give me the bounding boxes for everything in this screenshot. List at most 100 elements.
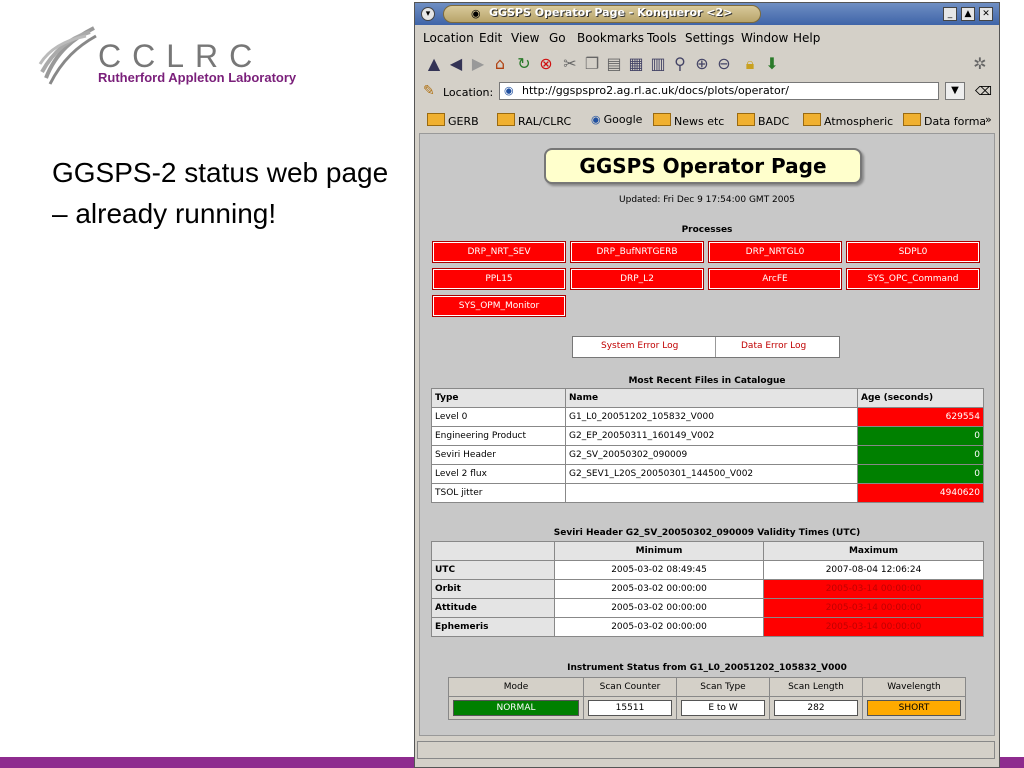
bookmark-google[interactable]: ◉ Google [591,113,642,126]
mode-value: NORMAL [453,700,579,716]
maximize-button[interactable]: ▲ [961,7,975,21]
bookmark-atmospheric[interactable]: Atmospheric [803,113,893,128]
folder-icon [803,113,821,126]
zoom-out-icon[interactable]: ⊖ [715,55,733,73]
scan-length-value: 282 [774,700,858,716]
url-dropdown-button[interactable]: ▼ [945,82,965,100]
process-drp-nrt-sev[interactable]: DRP_NRT_SEV [432,241,566,263]
menu-tools[interactable]: Tools [647,31,677,45]
bookmark-label: Google [603,113,643,126]
error-logs-box: System Error Log Data Error Log [572,336,840,358]
stop-icon[interactable]: ⊗ [537,55,555,73]
bookmark-badc[interactable]: BADC [737,113,789,128]
globe-icon: ◉ [591,113,601,126]
validity-max: 2005-03-14 00:00:00 [764,580,983,598]
menu-edit[interactable]: Edit [479,31,502,45]
up-arrow-icon[interactable]: ▲ [425,55,443,73]
menu-help[interactable]: Help [793,31,820,45]
paste-icon[interactable]: ▤ [605,55,623,73]
bookmark-label: Atmospheric [824,115,894,128]
table-row: Ephemeris 2005-03-02 00:00:00 2005-03-14… [432,618,983,636]
logo-subtitle: Rutherford Appleton Laboratory [98,70,297,85]
window-title: GGSPS Operator Page - Konqueror <2> [489,6,733,19]
system-error-log-link[interactable]: System Error Log [601,341,678,351]
file-name [566,484,857,502]
wavelength-value: SHORT [867,700,961,716]
home-icon[interactable]: ⌂ [491,55,509,73]
process-drp-bufnrtgerb[interactable]: DRP_BufNRTGERB [570,241,704,263]
table-row: UTC 2005-03-02 08:49:45 2007-08-04 12:06… [432,561,983,579]
slide-caption: GGSPS-2 status web page – already runnin… [52,157,389,229]
table-row: Orbit 2005-03-02 00:00:00 2005-03-14 00:… [432,580,983,598]
menu-view[interactable]: View [511,31,539,45]
validity-label: Ephemeris [432,618,554,636]
window-menu-button[interactable]: ▾ [421,7,435,21]
file-name: G2_SEV1_L20S_20050301_144500_V002 [566,465,857,483]
menu-settings[interactable]: Settings [685,31,734,45]
column-header: Scan Counter [584,678,676,696]
menu-bar: Location Edit View Go Bookmarks Tools Se… [415,27,999,49]
bookmark-gerb[interactable]: GERB [427,113,479,128]
process-sys-opm-monitor[interactable]: SYS_OPM_Monitor [432,295,566,317]
forward-icon[interactable]: ▶ [469,55,487,73]
bookmark-news[interactable]: News etc [653,113,724,128]
print-icon[interactable]: ▦ [627,55,645,73]
folder-icon [427,113,445,126]
folder-icon [497,113,515,126]
file-name: G1_L0_20051202_105832_V000 [566,408,857,426]
cut-icon[interactable]: ✂ [561,55,579,73]
title-bar[interactable]: ▾ ◉ GGSPS Operator Page - Konqueror <2> … [415,3,999,25]
file-age: 0 [858,427,983,445]
process-drp-nrtgl0[interactable]: DRP_NRTGL0 [708,241,842,263]
throbber-icon: ✲ [973,54,987,73]
download-icon[interactable]: ⬇ [763,55,781,73]
process-ppl15[interactable]: PPL15 [432,268,566,290]
url-input[interactable]: ◉ http://ggspspro2.ag.rl.ac.uk/docs/plot… [499,82,939,100]
wavelength-cell: SHORT [863,697,965,719]
table-row: Attitude 2005-03-02 00:00:00 2005-03-14 … [432,599,983,617]
swoosh-icon [38,26,97,85]
find-icon[interactable]: ⚲ [671,55,689,73]
column-header: Type [432,389,565,407]
zoom-in-icon[interactable]: ⊕ [693,55,711,73]
table-header-row: Mode Scan Counter Scan Type Scan Length … [449,678,965,696]
validity-label: UTC [432,561,554,579]
process-sys-opc-command[interactable]: SYS_OPC_Command [846,268,980,290]
scan-type-cell: E to W [677,697,769,719]
reload-icon[interactable]: ↻ [515,55,533,73]
process-arcfe[interactable]: ArcFE [708,268,842,290]
close-button[interactable]: ✕ [979,7,993,21]
status-field [417,741,995,759]
process-drp-l2[interactable]: DRP_L2 [570,268,704,290]
menu-go[interactable]: Go [549,31,566,45]
process-sdpl0[interactable]: SDPL0 [846,241,980,263]
menu-location[interactable]: Location [423,31,474,45]
validity-heading: Seviri Header G2_SV_20050302_090009 Vali… [553,528,861,538]
column-header: Age (seconds) [858,389,983,407]
menu-window[interactable]: Window [741,31,788,45]
minimize-button[interactable]: _ [943,7,957,21]
more-bookmarks-button[interactable]: » [985,113,992,126]
bookmark-ral-clrc[interactable]: RAL/CLRC [497,113,571,128]
back-icon[interactable]: ◀ [447,55,465,73]
bookmark-data-formats[interactable]: Data forma [903,113,986,128]
column-header: Mode [449,678,583,696]
mode-cell: NORMAL [449,697,583,719]
clear-location-icon[interactable]: ⌫ [975,84,992,98]
recent-files-heading: Most Recent Files in Catalogue [628,376,786,386]
table-row: Level 2 flux G2_SEV1_L20S_20050301_14450… [432,465,983,483]
table-row: Engineering Product G2_EP_20050311_16014… [432,427,983,445]
copy-icon[interactable]: ❐ [583,55,601,73]
table-row: TSOL jitter 4940620 [432,484,983,502]
recent-files-table: Type Name Age (seconds) Level 0 G1_L0_20… [431,388,984,503]
column-header: Minimum [555,542,763,560]
instrument-status-heading: Instrument Status from G1_L0_20051202_10… [567,663,847,673]
column-header: Scan Type [677,678,769,696]
validity-max: 2007-08-04 12:06:24 [764,561,983,579]
menu-bookmarks[interactable]: Bookmarks [577,31,644,45]
print-frame-icon[interactable]: ▥ [649,55,667,73]
data-error-log-link[interactable]: Data Error Log [741,341,806,351]
lock-icon[interactable]: 🔒︎ [741,55,759,73]
bookmark-label: GERB [448,115,479,128]
processes-heading: Processes [681,225,733,235]
